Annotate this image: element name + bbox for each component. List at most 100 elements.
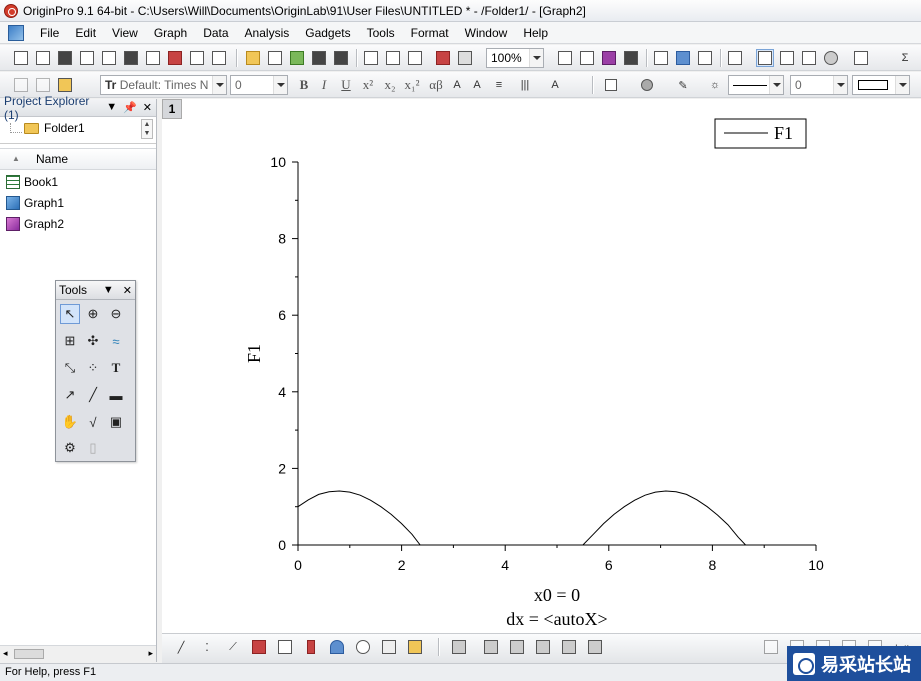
x-axis-label-line1[interactable]: x0 = 0 — [534, 585, 580, 605]
matrix-plot-icon[interactable] — [276, 638, 294, 656]
pattern-icon[interactable] — [638, 76, 656, 94]
3d-colormap-icon[interactable] — [560, 638, 578, 656]
results-log-icon[interactable] — [622, 49, 640, 67]
zoom-combo[interactable]: 100% — [486, 48, 544, 68]
new-folder-icon[interactable] — [34, 49, 52, 67]
equation-tool-icon[interactable]: √ — [83, 412, 103, 432]
3d-ternary-icon[interactable] — [586, 638, 604, 656]
new-code-icon[interactable] — [210, 49, 228, 67]
new-excel-icon[interactable] — [78, 49, 96, 67]
underline-button[interactable]: U — [336, 76, 356, 94]
import-single-ascii-icon[interactable] — [384, 49, 402, 67]
fill-color-icon[interactable] — [602, 76, 620, 94]
line-color-icon[interactable]: ✎ — [674, 76, 692, 94]
new-workbook-icon[interactable] — [56, 49, 74, 67]
stock-plot-icon[interactable] — [380, 638, 398, 656]
arrow-tool-icon[interactable]: ↗ — [60, 385, 80, 405]
pin-icon[interactable]: 📌 — [123, 101, 137, 114]
template-plot-icon[interactable] — [406, 638, 424, 656]
text-tool-icon[interactable]: T — [106, 358, 126, 378]
gear-icon[interactable] — [822, 49, 840, 67]
menu-graph[interactable]: Graph — [146, 23, 195, 43]
project-explorer-icon[interactable] — [726, 49, 744, 67]
messages-log-icon[interactable] — [696, 49, 714, 67]
scatter-plot-icon[interactable]: ⁚ — [198, 638, 216, 656]
quick-help-icon[interactable] — [800, 49, 818, 67]
screen-reader-tool-icon[interactable]: ⊞ — [60, 331, 80, 351]
list-item-book1[interactable]: Book1 — [6, 175, 58, 189]
supsub-button[interactable]: x₁² — [402, 76, 422, 94]
new-project-icon[interactable] — [12, 49, 30, 67]
line-style-combo[interactable] — [728, 75, 784, 95]
font-combo[interactable]: Tr Default: Times N — [100, 75, 227, 95]
code-builder-icon[interactable] — [600, 49, 618, 67]
apps-icon[interactable] — [778, 49, 796, 67]
greek-button[interactable]: αβ — [424, 76, 448, 94]
line-plot-icon[interactable]: ╱ — [172, 638, 190, 656]
chevron-down-icon[interactable] — [895, 76, 909, 94]
script-window-icon[interactable] — [674, 49, 692, 67]
border-combo[interactable] — [852, 75, 910, 95]
graph-object-tool-icon[interactable]: ▣ — [106, 412, 126, 432]
list-item-graph2[interactable]: Graph2 — [6, 217, 64, 231]
paste-icon[interactable] — [56, 76, 74, 94]
zoom-in-tool-icon[interactable]: ⊕ — [83, 304, 103, 324]
scroll-left-icon[interactable]: ◂ — [3, 648, 8, 659]
save-project-icon[interactable] — [310, 49, 328, 67]
open-template-icon[interactable] — [266, 49, 284, 67]
mask-tool-icon[interactable]: ▯ — [83, 438, 103, 458]
chevron-down-icon[interactable] — [833, 76, 847, 94]
x-axis-label-line2[interactable]: dx = <autoX> — [506, 609, 607, 629]
new-graph-icon[interactable] — [100, 49, 118, 67]
menu-format[interactable]: Format — [403, 23, 457, 43]
new-matrix-icon[interactable] — [122, 49, 140, 67]
contour-plot-icon[interactable] — [328, 638, 346, 656]
menu-file[interactable]: File — [32, 23, 67, 43]
tree-spinner[interactable]: ▲ ▼ — [141, 119, 153, 139]
print-icon[interactable] — [556, 49, 574, 67]
recent-books-icon[interactable] — [362, 49, 380, 67]
close-icon[interactable]: ✕ — [143, 101, 152, 114]
folder-item[interactable]: Folder1 — [24, 121, 85, 135]
hand-tool-icon[interactable]: ✋ — [60, 412, 80, 432]
legend[interactable]: F1 — [714, 118, 807, 149]
cut-icon[interactable] — [12, 76, 30, 94]
align-icon[interactable]: ≡ — [490, 76, 508, 94]
subscript-button[interactable]: x₂ — [380, 76, 400, 94]
italic-button[interactable]: I — [314, 76, 334, 94]
open-icon[interactable] — [244, 49, 262, 67]
command-window-icon[interactable] — [652, 49, 670, 67]
add-layer-icon[interactable] — [852, 49, 870, 67]
3d-scatter-icon[interactable] — [482, 638, 500, 656]
scrollbar-thumb[interactable] — [14, 649, 44, 659]
layer-tab[interactable]: 1 — [162, 99, 182, 119]
chevron-down-icon[interactable] — [273, 76, 287, 94]
superscript-button[interactable]: x² — [358, 76, 378, 94]
export-page-icon[interactable] — [578, 49, 596, 67]
line-tool-icon[interactable]: ╱ — [83, 385, 103, 405]
3d-surface-icon[interactable] — [450, 638, 468, 656]
open-excel-icon[interactable] — [288, 49, 306, 67]
y-axis-label[interactable]: F1 — [244, 344, 264, 363]
data-reader-tool-icon[interactable]: ✣ — [83, 331, 103, 351]
copy-icon[interactable] — [34, 76, 52, 94]
brightness-icon[interactable]: ☼ — [706, 76, 724, 94]
font-color-icon[interactable]: A — [546, 76, 564, 94]
chevron-down-icon[interactable] — [212, 76, 226, 94]
rectangle-tool-icon[interactable]: ▬ — [106, 385, 126, 405]
decrease-font-icon[interactable]: A — [468, 76, 486, 94]
bold-button[interactable]: B — [294, 76, 314, 94]
increase-font-icon[interactable]: A — [448, 76, 466, 94]
dropdown-icon[interactable]: ▼ — [106, 101, 117, 114]
menu-tools[interactable]: Tools — [359, 23, 403, 43]
font-size-combo[interactable]: 0 — [230, 75, 288, 95]
line-width-combo[interactable]: 0 — [790, 75, 848, 95]
menu-window[interactable]: Window — [457, 23, 516, 43]
list-item-graph1[interactable]: Graph1 — [6, 196, 64, 210]
menu-edit[interactable]: Edit — [67, 23, 104, 43]
chevron-down-icon[interactable] — [769, 76, 783, 94]
series-line-f1[interactable] — [297, 490, 816, 546]
chevron-down-icon[interactable] — [529, 49, 543, 67]
horizontal-scrollbar[interactable]: ◂ ▸ — [0, 645, 156, 662]
pointer-tool-icon[interactable]: ↖ — [60, 304, 80, 324]
